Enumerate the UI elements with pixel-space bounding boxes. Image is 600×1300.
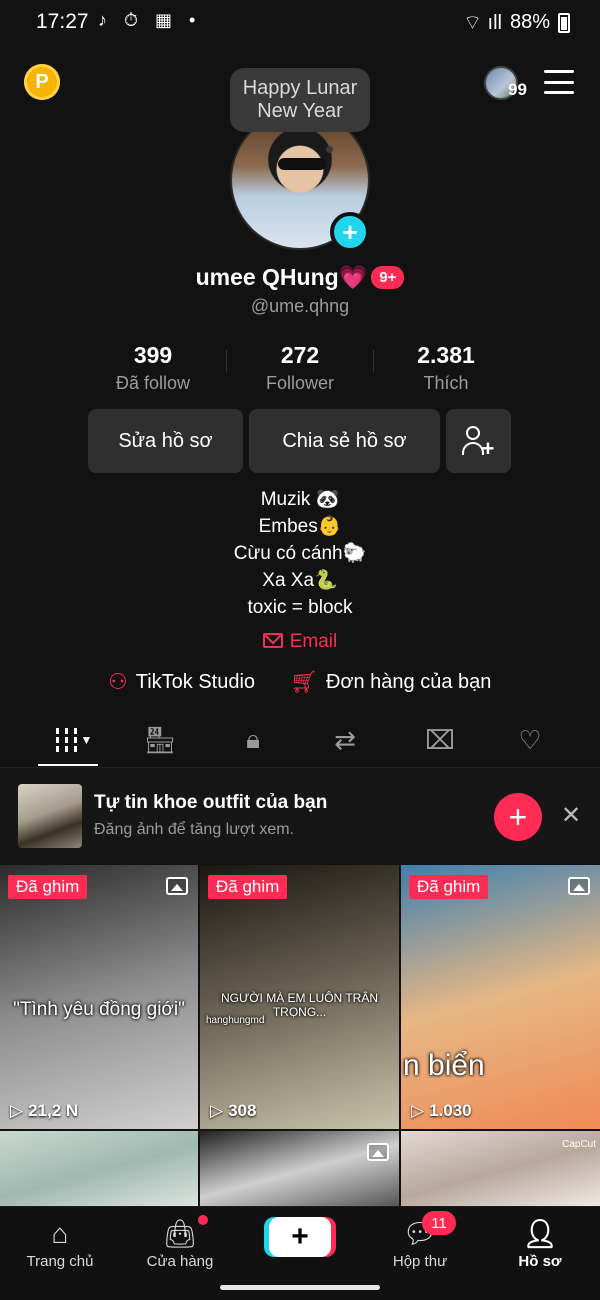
add-friend-button[interactable]: + <box>446 409 511 473</box>
nav-home-label: Trang chủ <box>26 1253 94 1270</box>
pinned-badge: Đã ghim <box>208 875 288 899</box>
orders-link[interactable]: 🛒︎ Đơn hàng của bạn <box>290 669 491 695</box>
view-count: 21,2 N <box>10 1101 78 1121</box>
nav-shop[interactable]: 👜︎ Cửa hàng <box>130 1217 230 1270</box>
photo-icon <box>367 1143 389 1161</box>
menu-icon[interactable] <box>544 70 574 94</box>
add-story-button[interactable]: + <box>330 212 370 252</box>
share-profile-button[interactable]: Chia sẻ hồ sơ <box>249 409 440 473</box>
stat-value: 2.381 <box>417 342 475 368</box>
home-icon: ⌂ <box>51 1218 69 1249</box>
status-time: 17:27 <box>36 10 89 33</box>
tiktok-studio-label: TikTok Studio <box>135 670 256 693</box>
note-bubble[interactable]: Happy Lunar New Year <box>230 68 370 132</box>
photo-icon <box>568 877 590 895</box>
chevron-down-icon: ▼ <box>80 733 93 747</box>
tab-reposts[interactable]: ⇄ <box>320 718 370 762</box>
hidden-bookmark-icon: ⌧ <box>425 724 455 755</box>
active-tab-indicator <box>38 764 98 766</box>
repost-icon: ⇄ <box>334 724 356 755</box>
coins-icon[interactable]: P <box>24 64 60 100</box>
stat-label: Thích <box>423 373 469 393</box>
note-bubble-tail <box>326 146 333 153</box>
status-right: ⌔ ıll 88% <box>463 10 570 35</box>
status-bar: 17:27 ♪ ⏱ ▦ • ⌔ ıll 88% <box>0 0 600 48</box>
promo-subtitle: Đăng ảnh để tăng lượt xem. <box>94 821 294 838</box>
promo-title: Tự tin khoe outfit của bạn <box>94 792 328 813</box>
bio-line: Cừu có cánh🐑 <box>233 543 367 564</box>
tab-liked[interactable]: ♡ <box>505 718 555 762</box>
view-count: 1.030 <box>411 1101 472 1121</box>
avatar-glasses <box>278 158 326 170</box>
capcut-watermark: CapCut <box>562 1139 596 1150</box>
friends-count: 99 <box>508 80 527 99</box>
lock-icon: 🔒︎ <box>246 724 260 754</box>
email-icon <box>262 633 283 648</box>
video-watermark: hanghungmd <box>206 1015 265 1026</box>
nav-home[interactable]: ⌂ Trang chủ <box>10 1217 110 1270</box>
promo-thumbnail <box>18 784 82 848</box>
stat-value: 272 <box>280 342 320 368</box>
bio: Muzik 🐼 Embes👶 Cừu có cánh🐑 Xa Xa🐍 toxic… <box>0 486 600 621</box>
creator-icon: ⚇ <box>108 669 128 694</box>
signal-icon: ⌔ ıll <box>463 12 502 34</box>
video-caption: "Tình yêu đồng giới" <box>13 999 185 1020</box>
heart-icon: ♡ <box>518 724 542 755</box>
tiktok-studio-link[interactable]: ⚇ TikTok Studio <box>108 669 255 695</box>
display-name: umee QHung <box>195 264 339 290</box>
notification-icons: ♪ ⏱ ▦ • <box>98 10 202 30</box>
nav-profile[interactable]: 👤︎ Hồ sơ <box>490 1217 590 1270</box>
cart-icon: 🛒︎ <box>290 669 318 694</box>
stat-likes[interactable]: 2.381 Thích <box>371 342 521 394</box>
bio-line: Xa Xa🐍 <box>262 570 338 591</box>
email-label: Email <box>289 631 338 652</box>
storefront-icon: 🏪︎ <box>143 724 177 755</box>
battery-level: 88% <box>509 11 550 33</box>
nav-inbox-label: Hộp thư <box>392 1253 448 1270</box>
video-item[interactable]: Đã ghim n biển 1.030 <box>401 865 600 1129</box>
inbox-badge: 11 <box>422 1211 456 1235</box>
stat-followers[interactable]: 272 Follower <box>225 342 375 394</box>
shop-notification-dot <box>198 1215 208 1225</box>
edit-profile-button[interactable]: Sửa hồ sơ <box>88 409 243 473</box>
promo-add-button[interactable]: + <box>494 793 542 841</box>
username: @ume.qhng <box>250 296 350 316</box>
bio-line: Muzik 🐼 <box>260 489 340 510</box>
nav-profile-label: Hồ sơ <box>518 1253 562 1270</box>
shopping-bag-icon: 👜︎ <box>162 1218 198 1249</box>
bio-line: Embes👶 <box>258 516 342 537</box>
nav-shop-label: Cửa hàng <box>146 1253 214 1270</box>
tab-videos[interactable]: ▼ <box>48 718 100 762</box>
photo-icon <box>166 877 188 895</box>
notification-badge[interactable]: 9+ <box>371 266 405 289</box>
pinned-badge: Đã ghim <box>409 875 489 899</box>
pinned-badge: Đã ghim <box>8 875 88 899</box>
video-item[interactable]: Đã ghim "Tình yêu đồng giới" 21,2 N <box>0 865 198 1129</box>
video-item[interactable]: CapCut <box>401 1131 600 1211</box>
bio-line: toxic = block <box>247 597 353 618</box>
display-name-row: umee QHung💗 9+ <box>0 264 600 291</box>
create-button[interactable]: + <box>269 1217 331 1257</box>
tab-favorites[interactable]: ⌧ <box>415 718 465 762</box>
tab-private[interactable]: 🔒︎ <box>228 718 278 762</box>
stat-following[interactable]: 399 Đã follow <box>78 342 228 394</box>
heart-emoji: 💗 <box>338 264 368 290</box>
orders-label: Đơn hàng của bạn <box>325 670 492 693</box>
tab-shop[interactable]: 🏪︎ <box>135 718 185 762</box>
view-count: 308 <box>210 1101 256 1121</box>
add-friend-icon: + <box>461 424 496 460</box>
home-indicator[interactable] <box>220 1285 380 1290</box>
grid-icon <box>55 728 77 752</box>
profile-icon: 👤︎ <box>522 1218 558 1249</box>
stat-label: Follower <box>265 373 335 393</box>
email-link[interactable]: Email <box>0 631 600 653</box>
stat-label: Đã follow <box>115 373 191 393</box>
close-icon[interactable]: ✕ <box>558 802 584 829</box>
video-item[interactable] <box>0 1131 198 1211</box>
video-caption: n biển <box>403 1049 485 1082</box>
video-item[interactable]: Đã ghim NGƯỜI MÀ EM LUÔN TRÂN TRỌNG... h… <box>200 865 399 1129</box>
video-item[interactable] <box>200 1131 399 1211</box>
battery-icon <box>558 12 570 33</box>
stat-value: 399 <box>133 342 173 368</box>
